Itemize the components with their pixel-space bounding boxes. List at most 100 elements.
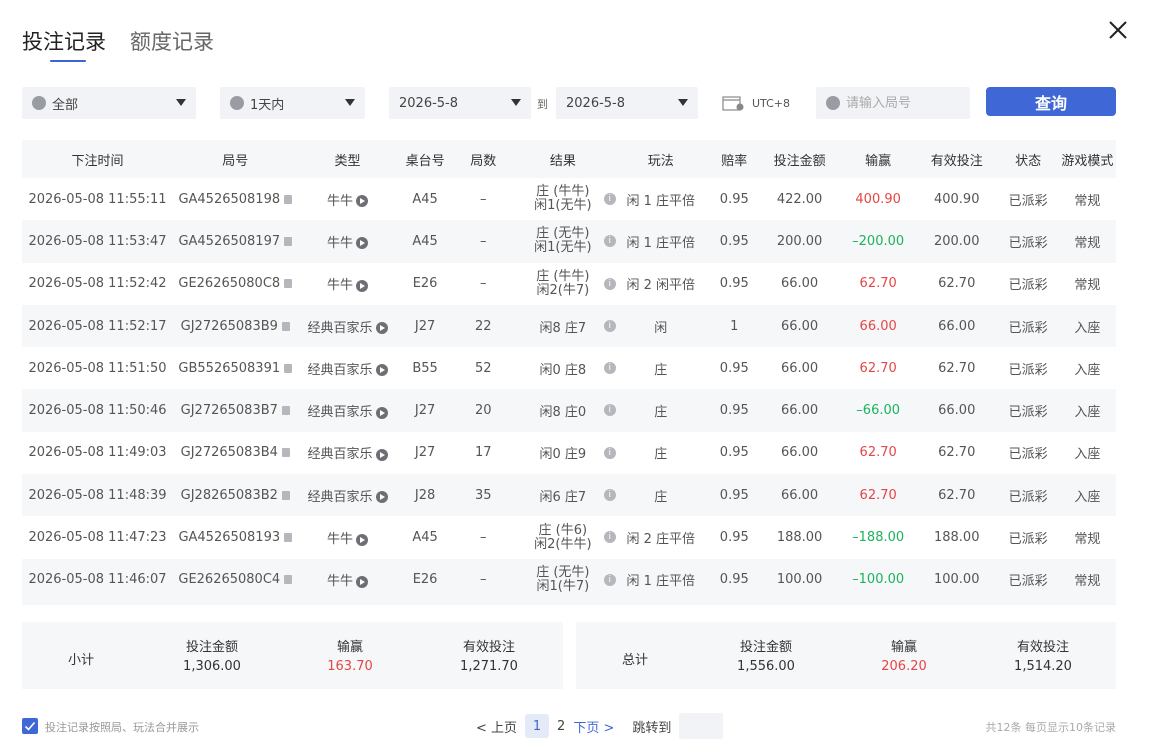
game-type: 牛牛 <box>327 532 354 548</box>
calendar-icon <box>722 96 744 111</box>
date-from-select[interactable]: 2026-5-8 <box>389 87 531 119</box>
checkmark-icon <box>24 721 36 731</box>
result-cell: 庄 (无牛) 闲1(无牛) i <box>513 220 616 263</box>
copy-icon[interactable] <box>284 279 293 289</box>
round-number: GA4526508198 <box>178 191 281 207</box>
copy-icon[interactable] <box>281 406 290 416</box>
jump-page-input[interactable] <box>679 713 724 739</box>
merge-records-checkbox[interactable] <box>22 718 38 734</box>
round-number: GJ28265083B2 <box>180 487 278 503</box>
column-header: 有效投注 <box>930 153 983 169</box>
type-cell: 牛牛 <box>297 220 398 263</box>
win-loss: –100.00 <box>840 558 916 601</box>
win-loss: –66.00 <box>840 389 916 432</box>
result-banker: 庄 (牛6) <box>538 522 588 538</box>
play-replay-icon[interactable] <box>356 533 369 546</box>
query-button[interactable]: 查询 <box>986 87 1116 116</box>
round-cell: GJ27265083B7 <box>173 389 298 432</box>
table-row: 2026-05-08 11:51:50 GB5526508391 经典百家乐 B55 5… <box>22 347 1116 390</box>
result-cell: 闲6 庄7 i <box>513 474 616 517</box>
subtotal-winloss-label: 输赢 <box>336 640 363 655</box>
copy-icon[interactable] <box>284 575 293 585</box>
play-type: 庄 <box>611 347 710 390</box>
subtotal-winloss: 输赢 163.70 <box>290 638 410 676</box>
tab-credit-records[interactable]: 额度记录 <box>130 28 214 56</box>
result-text: 闲0 庄8 <box>539 362 587 378</box>
column-header: 投注金额 <box>773 153 826 169</box>
page-1-button[interactable]: 1 <box>525 714 550 738</box>
table-number: A45 <box>397 220 453 263</box>
round-cell: GJ27265083B4 <box>173 431 298 475</box>
play-replay-icon[interactable] <box>356 237 369 250</box>
play-replay-icon[interactable] <box>356 279 369 292</box>
total-bet-label: 投注金额 <box>739 640 792 655</box>
info-icon[interactable]: i <box>603 193 616 205</box>
play-replay-icon[interactable] <box>356 575 369 588</box>
bet-time: 2026-05-08 11:46:07 <box>22 558 174 601</box>
play-replay-icon[interactable] <box>375 406 388 419</box>
filter-bar: 全部 1天内 2026-5-8 到 2026-5-8 UTC+8 查询 <box>0 87 1149 119</box>
status: 已派彩 <box>997 262 1059 305</box>
bet-time: 2026-05-08 11:51:50 <box>22 347 174 390</box>
next-page-button[interactable]: 下页 > <box>573 717 614 736</box>
info-icon[interactable]: i <box>603 446 616 459</box>
copy-icon[interactable] <box>284 533 293 543</box>
play-replay-icon[interactable] <box>356 195 369 208</box>
subtotal-valid-label: 有效投注 <box>462 640 515 655</box>
result-cell: 庄 (牛牛) 闲1(无牛) i <box>513 178 616 221</box>
valid-bet: 62.70 <box>915 262 998 305</box>
copy-icon[interactable] <box>284 194 293 204</box>
table-number: J27 <box>397 389 453 432</box>
info-icon[interactable]: i <box>603 362 616 375</box>
column-header: 输赢 <box>865 153 892 169</box>
odds: 0.95 <box>709 262 759 305</box>
result-text: 闲6 庄7 <box>539 489 587 505</box>
play-replay-icon[interactable] <box>375 448 388 461</box>
play-replay-icon[interactable] <box>375 491 388 504</box>
close-button[interactable] <box>1106 18 1130 42</box>
total-bet-value: 1,556.00 <box>737 659 795 674</box>
round-number-input[interactable] <box>846 95 966 111</box>
copy-icon[interactable] <box>281 490 290 500</box>
close-icon <box>1109 21 1127 39</box>
merge-records-label: 投注记录按照局、玩法合并展示 <box>45 721 199 734</box>
copy-icon[interactable] <box>284 236 293 246</box>
copy-icon[interactable] <box>281 448 290 458</box>
info-icon[interactable]: i <box>603 277 616 290</box>
table-row: 2026-05-08 11:55:11 GA4526508198 牛牛 A45– 庄 (… <box>22 178 1116 221</box>
copy-icon[interactable] <box>281 321 290 331</box>
odds: 0.95 <box>709 347 759 390</box>
date-to-select[interactable]: 2026-5-8 <box>556 87 698 119</box>
total-bet: 投注金额 1,556.00 <box>706 638 826 676</box>
round-number: GA4526508193 <box>178 530 281 546</box>
info-icon[interactable]: i <box>603 573 616 586</box>
valid-bet: 66.00 <box>915 304 998 348</box>
column-header: 赔率 <box>721 153 748 169</box>
page-2-button[interactable]: 2 <box>557 719 565 734</box>
info-icon[interactable]: i <box>603 489 616 502</box>
play-type: 闲 2 庄平倍 <box>611 516 710 559</box>
play-type: 闲 <box>611 304 710 348</box>
info-icon[interactable]: i <box>603 319 616 332</box>
copy-icon[interactable] <box>284 363 293 373</box>
tab-bet-records[interactable]: 投注记录 <box>22 28 106 62</box>
round-count: 52 <box>452 347 514 390</box>
table-number: E26 <box>397 262 453 305</box>
time-range-select[interactable]: 1天内 <box>220 87 365 119</box>
chevron-down-icon <box>678 99 688 106</box>
round-cell: GJ27265083B9 <box>173 304 298 348</box>
play-replay-icon[interactable] <box>375 322 388 335</box>
game-type-select[interactable]: 全部 <box>22 87 196 119</box>
result-banker: 庄 (无牛) <box>536 564 590 580</box>
bet-time: 2026-05-08 11:50:46 <box>22 389 174 432</box>
odds: 0.95 <box>709 220 759 263</box>
round-number: GE26265080C4 <box>178 572 281 588</box>
prev-page-button[interactable]: < 上页 <box>476 717 517 736</box>
status: 已派彩 <box>997 474 1059 517</box>
play-replay-icon[interactable] <box>375 364 388 377</box>
status: 已派彩 <box>997 389 1059 432</box>
valid-bet: 62.70 <box>915 431 998 475</box>
bet-amount: 200.00 <box>758 220 841 263</box>
play-type: 闲 1 庄平倍 <box>611 178 710 221</box>
timezone-picker[interactable]: UTC+8 <box>722 87 790 119</box>
